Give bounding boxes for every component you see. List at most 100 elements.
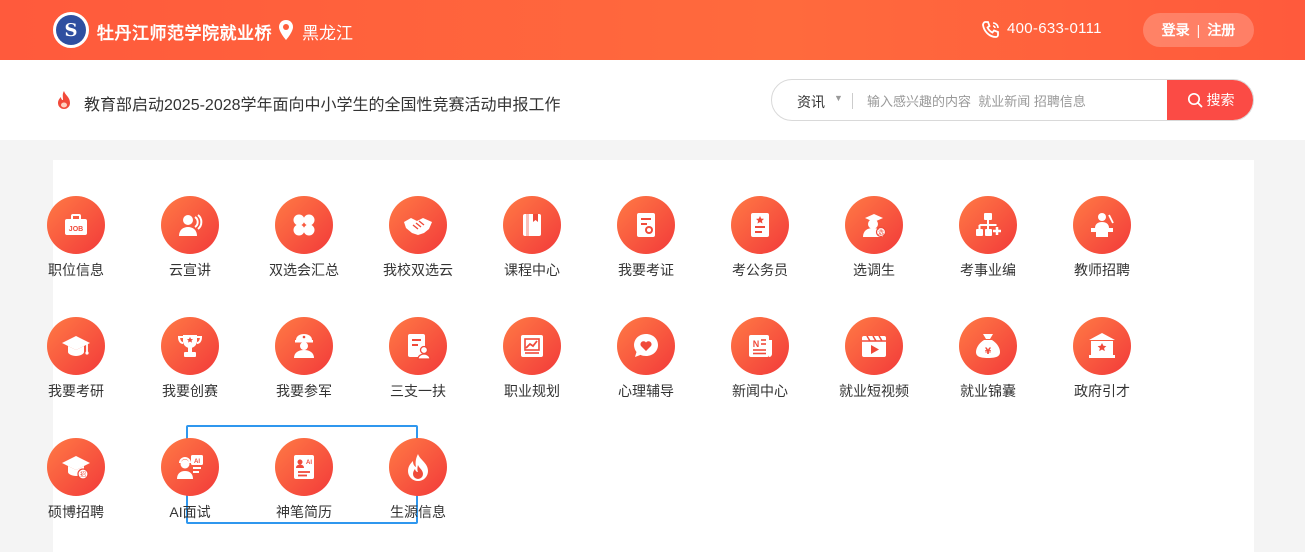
service-icon-badge xyxy=(161,317,219,375)
service-label: AI面试 xyxy=(169,504,211,520)
login-link[interactable]: 登录 xyxy=(1162,20,1190,40)
svg-text:N: N xyxy=(753,339,760,349)
service-label: 神笔简历 xyxy=(276,504,332,520)
auth-box: 登录 | 注册 xyxy=(1143,13,1254,47)
service-item[interactable]: 考事业编 xyxy=(931,196,1045,280)
search-button[interactable]: 搜索 xyxy=(1167,80,1253,120)
service-item[interactable]: 教师招聘 xyxy=(1045,196,1159,280)
service-icon-badge: AI xyxy=(161,438,219,496)
presenter-icon xyxy=(179,214,203,236)
svg-text:选: 选 xyxy=(878,229,884,237)
service-label: 课程中心 xyxy=(504,262,560,278)
service-item[interactable]: N 新闻中心 xyxy=(703,317,817,401)
service-item[interactable]: 招硕博招聘 xyxy=(19,438,133,522)
service-item[interactable]: 就业短视频 xyxy=(817,317,931,401)
service-item[interactable]: 双选会汇总 xyxy=(247,196,361,280)
service-label: 我要参军 xyxy=(276,383,332,399)
soldier-icon xyxy=(294,334,314,358)
service-icon-badge xyxy=(731,196,789,254)
document-star-icon xyxy=(751,213,769,237)
service-item[interactable]: 心理辅导 xyxy=(589,317,703,401)
service-label: 选调生 xyxy=(853,262,895,278)
graduation-cap-icon xyxy=(62,336,90,356)
service-item[interactable]: 三支一扶 xyxy=(361,317,475,401)
svg-text:JOB: JOB xyxy=(69,226,83,233)
service-icon-badge xyxy=(389,317,447,375)
service-label: 双选会汇总 xyxy=(269,262,339,278)
service-icon-badge: JOB xyxy=(47,196,105,254)
service-icon-badge xyxy=(389,438,447,496)
service-item[interactable]: AI 神笔简历 xyxy=(247,438,361,522)
service-item[interactable]: AI AI面试 xyxy=(133,438,247,522)
flame-icon xyxy=(408,454,428,481)
service-item[interactable]: 我要考研 xyxy=(19,317,133,401)
service-label: 我要考证 xyxy=(618,262,674,278)
service-icon-badge xyxy=(1073,196,1131,254)
location-selector[interactable]: 黑龙江 xyxy=(302,19,353,44)
ai-interview-icon: AI xyxy=(177,455,203,479)
service-icon-badge xyxy=(389,196,447,254)
site-name[interactable]: 牡丹江师范学院就业桥 xyxy=(97,19,272,44)
service-item[interactable]: 考公务员 xyxy=(703,196,817,280)
service-label: 政府引才 xyxy=(1074,383,1130,399)
service-item[interactable]: 选选调生 xyxy=(817,196,931,280)
search-icon xyxy=(1187,92,1202,108)
svg-text:招: 招 xyxy=(80,471,86,479)
ai-resume-icon: AI xyxy=(294,455,314,479)
chart-board-icon xyxy=(521,335,543,357)
service-item[interactable]: 我要考证 xyxy=(589,196,703,280)
service-item[interactable]: JOB 职位信息 xyxy=(19,196,133,280)
money-bag-icon: ¥ xyxy=(976,334,1000,358)
teacher-icon xyxy=(1091,213,1114,237)
location-pin-icon xyxy=(279,20,293,40)
clover-icon xyxy=(293,214,315,236)
service-item[interactable]: 我要参军 xyxy=(247,317,361,401)
service-item[interactable]: 政府引才 xyxy=(1045,317,1159,401)
service-item[interactable]: 我要创赛 xyxy=(133,317,247,401)
service-icon-badge: 招 xyxy=(47,438,105,496)
service-icon-badge: AI xyxy=(275,438,333,496)
svg-text:AI: AI xyxy=(194,459,200,465)
service-item[interactable]: 云宣讲 xyxy=(133,196,247,280)
news-headline-link[interactable]: 教育部启动2025-2028学年面向中小学生的全国性竞赛活动申报工作 xyxy=(84,91,561,115)
service-icon-badge xyxy=(275,196,333,254)
service-icon-badge xyxy=(617,317,675,375)
service-label: 职位信息 xyxy=(48,262,104,278)
certificate-icon xyxy=(637,213,655,237)
auth-separator: | xyxy=(1196,22,1201,38)
news-search-bar: 教育部启动2025-2028学年面向中小学生的全国性竞赛活动申报工作 资讯 ▼ … xyxy=(0,60,1305,140)
heart-bubble-icon xyxy=(634,334,658,357)
service-label: 硕博招聘 xyxy=(48,504,104,520)
service-label: 职业规划 xyxy=(504,383,560,399)
service-item[interactable]: ¥ 就业锦囊 xyxy=(931,317,1045,401)
service-label: 考事业编 xyxy=(960,262,1016,278)
doctoral-cap-icon: 招 xyxy=(62,456,90,480)
government-icon xyxy=(1089,333,1115,358)
service-item[interactable]: 生源信息 xyxy=(361,438,475,522)
service-label: 云宣讲 xyxy=(169,262,211,278)
chevron-down-icon[interactable]: ▼ xyxy=(834,93,843,103)
service-label: 我要创赛 xyxy=(162,383,218,399)
service-label: 教师招聘 xyxy=(1074,262,1130,278)
service-icon-badge xyxy=(617,196,675,254)
search-divider xyxy=(852,93,853,109)
school-logo[interactable]: S xyxy=(53,12,89,48)
search-category-select[interactable]: 资讯 xyxy=(797,92,825,112)
service-label: 就业锦囊 xyxy=(960,383,1016,399)
service-icon-badge: N xyxy=(731,317,789,375)
service-icon-badge xyxy=(161,196,219,254)
register-link[interactable]: 注册 xyxy=(1207,20,1235,40)
search-button-label: 搜索 xyxy=(1206,92,1235,108)
service-label: 心理辅导 xyxy=(618,383,674,399)
service-grid: JOB 职位信息 云宣讲 双选会汇总 我校双选云 课程中心 我要考证 考公务员选选调生 考事业编… xyxy=(47,160,1254,552)
service-item[interactable]: 课程中心 xyxy=(475,196,589,280)
service-icon-badge xyxy=(959,196,1017,254)
search-input[interactable] xyxy=(867,89,1162,113)
service-label: 三支一扶 xyxy=(390,383,446,399)
video-icon xyxy=(862,335,886,357)
official-icon: 选 xyxy=(863,214,887,238)
top-bar: S 牡丹江师范学院就业桥 黑龙江 400-633-0111 登录 | 注册 xyxy=(0,0,1305,60)
service-item[interactable]: 我校双选云 xyxy=(361,196,475,280)
service-label: 新闻中心 xyxy=(732,383,788,399)
service-item[interactable]: 职业规划 xyxy=(475,317,589,401)
